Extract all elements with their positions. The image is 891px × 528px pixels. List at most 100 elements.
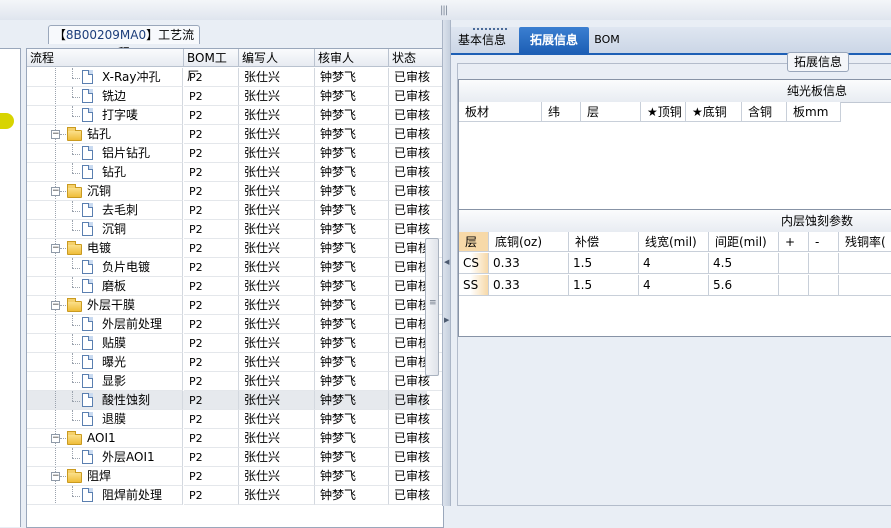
inner-etch-cell[interactable]: 5.6 xyxy=(709,275,779,296)
tree-row[interactable]: 沉铜 P2 张仕兴 钟梦飞 已审核 xyxy=(27,220,443,239)
inner-etch-cell[interactable]: 4.5 xyxy=(709,253,779,274)
tree-cell[interactable]: 钻孔 xyxy=(27,163,183,182)
cell-bom: P2 xyxy=(184,125,239,144)
inner-etch-cell[interactable] xyxy=(779,275,809,296)
tree-node-label: 铝片钻孔 xyxy=(102,146,151,160)
cell-reviewer: 钟梦飞 xyxy=(315,144,389,163)
cell-bom: P2 xyxy=(184,429,239,448)
tree-node-label: 钻孔 xyxy=(87,127,112,141)
inner-etch-cell[interactable] xyxy=(809,253,839,274)
inner-etch-cell[interactable] xyxy=(809,275,839,296)
cell-bom: P2 xyxy=(184,182,239,201)
inner-etch-cell[interactable]: 4 xyxy=(639,253,709,274)
cell-bom: P2 xyxy=(184,467,239,486)
tree-row[interactable]: 外层前处理 P2 张仕兴 钟梦飞 已审核 xyxy=(27,315,443,334)
tree-row[interactable]: 退膜 P2 张仕兴 钟梦飞 已审核 xyxy=(27,410,443,429)
tree-cell[interactable]: 阻焊前处理 xyxy=(27,486,183,505)
tree-group-row[interactable]: − AOI1 P2 张仕兴 钟梦飞 已审核 xyxy=(27,429,443,448)
tree-node-label: 阻焊前处理 xyxy=(102,488,163,502)
tree-cell[interactable]: 贴膜 xyxy=(27,334,183,353)
tree-row[interactable]: 外层AOI1 P2 张仕兴 钟梦飞 已审核 xyxy=(27,448,443,467)
inner-etch-cell[interactable] xyxy=(839,275,891,296)
tree-row[interactable]: 铝片钻孔 P2 张仕兴 钟梦飞 已审核 xyxy=(27,144,443,163)
bare-board-col-4: ★底铜 xyxy=(686,102,742,122)
tree-cell[interactable]: − 电镀 xyxy=(27,239,183,258)
tree-cell[interactable]: 沉铜 xyxy=(27,220,183,239)
tree-row[interactable]: 打字唛 P2 张仕兴 钟梦飞 已审核 xyxy=(27,106,443,125)
column-header-3[interactable]: 核审人 xyxy=(315,49,389,67)
collapse-toggle-icon[interactable]: − xyxy=(51,301,60,310)
document-icon xyxy=(82,108,93,122)
tree-group-row[interactable]: − 电镀 P2 张仕兴 钟梦飞 已审核 xyxy=(27,239,443,258)
tree-cell[interactable]: − 沉铜 xyxy=(27,182,183,201)
tree-cell[interactable]: 曝光 xyxy=(27,353,183,372)
tree-row[interactable]: 磨板 P2 张仕兴 钟梦飞 已审核 xyxy=(27,277,443,296)
tree-cell[interactable]: 显影 xyxy=(27,372,183,391)
tab-extended-info[interactable]: 拓展信息 xyxy=(519,27,589,53)
cell-reviewer: 钟梦飞 xyxy=(315,315,389,334)
tab-basic-info[interactable]: 基本信息 xyxy=(451,27,513,53)
process-tab[interactable]: 【8B00209MA0】工艺流程 xyxy=(48,25,200,60)
collapse-toggle-icon[interactable]: − xyxy=(51,244,60,253)
tree-cell[interactable]: X-Ray冲孔 xyxy=(27,68,183,87)
tree-row[interactable]: 去毛刺 P2 张仕兴 钟梦飞 已审核 xyxy=(27,201,443,220)
inner-etch-cell[interactable]: 1.5 xyxy=(569,253,639,274)
tree-cell[interactable]: 去毛刺 xyxy=(27,201,183,220)
inner-etch-cell[interactable] xyxy=(839,253,891,274)
tree-group-row[interactable]: − 阻焊 P2 张仕兴 钟梦飞 已审核 xyxy=(27,467,443,486)
tree-cell[interactable]: 负片电镀 xyxy=(27,258,183,277)
tree-cell[interactable]: 铣边 xyxy=(27,87,183,106)
inner-etch-cell[interactable]: CS xyxy=(459,253,489,274)
cell-reviewer: 钟梦飞 xyxy=(315,277,389,296)
tree-grid-scrollbar[interactable]: ≡ xyxy=(425,238,439,376)
tree-cell[interactable]: − 阻焊 xyxy=(27,467,183,486)
tree-node-label: 阻焊 xyxy=(87,469,112,483)
tree-cell[interactable]: 打字唛 xyxy=(27,106,183,125)
inner-etch-col-5: + xyxy=(779,232,809,252)
inner-etch-cell[interactable]: 0.33 xyxy=(489,275,569,296)
tab-bom[interactable]: BOM xyxy=(591,27,623,53)
inner-etch-cell[interactable]: SS xyxy=(459,275,489,296)
tree-cell[interactable]: 磨板 xyxy=(27,277,183,296)
inner-etch-section: 内层蚀刻参数 层底铜(oz) 补偿 线宽(mil) 间距(mil) + - 残铜率( CS 0… xyxy=(458,209,891,337)
vertical-splitter[interactable]: ◀ ▶ xyxy=(442,20,451,506)
tree-cell[interactable]: 铝片钻孔 xyxy=(27,144,183,163)
tree-cell[interactable]: 酸性蚀刻 xyxy=(27,391,183,410)
collapse-right-icon[interactable]: ▶ xyxy=(444,316,449,324)
tree-row[interactable]: 曝光 P2 张仕兴 钟梦飞 已审核 xyxy=(27,353,443,372)
tree-row[interactable]: 阻焊前处理 P2 张仕兴 钟梦飞 已审核 xyxy=(27,486,443,505)
column-header-2[interactable]: 编写人 xyxy=(239,49,315,67)
document-icon xyxy=(82,70,93,84)
cell-bom: P2 xyxy=(184,334,239,353)
column-header-0[interactable]: 流程 xyxy=(27,49,184,67)
collapse-toggle-icon[interactable]: − xyxy=(51,434,60,443)
column-header-4[interactable]: 状态 xyxy=(389,49,443,67)
tree-group-row[interactable]: − 外层干膜 P2 张仕兴 钟梦飞 已审核 xyxy=(27,296,443,315)
tree-row[interactable]: 负片电镀 P2 张仕兴 钟梦飞 已审核 xyxy=(27,258,443,277)
collapse-left-icon[interactable]: ◀ xyxy=(444,258,449,266)
tree-row[interactable]: 酸性蚀刻 P2 张仕兴 钟梦飞 已审核 xyxy=(27,391,443,410)
tree-cell[interactable]: 退膜 xyxy=(27,410,183,429)
inner-etch-cell[interactable]: 4 xyxy=(639,275,709,296)
tree-cell[interactable]: − AOI1 xyxy=(27,429,183,448)
tree-group-row[interactable]: − 沉铜 P2 张仕兴 钟梦飞 已审核 xyxy=(27,182,443,201)
tree-row[interactable]: 铣边 P2 张仕兴 钟梦飞 已审核 xyxy=(27,87,443,106)
collapse-toggle-icon[interactable]: − xyxy=(51,130,60,139)
tree-row[interactable]: 贴膜 P2 张仕兴 钟梦飞 已审核 xyxy=(27,334,443,353)
tree-cell[interactable]: 外层AOI1 xyxy=(27,448,183,467)
tree-row[interactable]: 钻孔 P2 张仕兴 钟梦飞 已审核 xyxy=(27,163,443,182)
tree-group-row[interactable]: − 钻孔 P2 张仕兴 钟梦飞 已审核 xyxy=(27,125,443,144)
column-header-1[interactable]: BOM工厂 xyxy=(184,49,239,83)
top-splitter[interactable]: ||| xyxy=(0,0,891,21)
tree-row[interactable]: 显影 P2 张仕兴 钟梦飞 已审核 xyxy=(27,372,443,391)
inner-etch-cell[interactable] xyxy=(779,253,809,274)
tree-cell[interactable]: − 钻孔 xyxy=(27,125,183,144)
collapse-toggle-icon[interactable]: − xyxy=(51,472,60,481)
tree-row[interactable]: X-Ray冲孔 P2 张仕兴 钟梦飞 已审核 xyxy=(27,68,443,87)
splitter-grip-icon[interactable]: ||| xyxy=(440,5,450,16)
collapse-toggle-icon[interactable]: − xyxy=(51,187,60,196)
inner-etch-cell[interactable]: 0.33 xyxy=(489,253,569,274)
inner-etch-cell[interactable]: 1.5 xyxy=(569,275,639,296)
tree-cell[interactable]: − 外层干膜 xyxy=(27,296,183,315)
tree-cell[interactable]: 外层前处理 xyxy=(27,315,183,334)
